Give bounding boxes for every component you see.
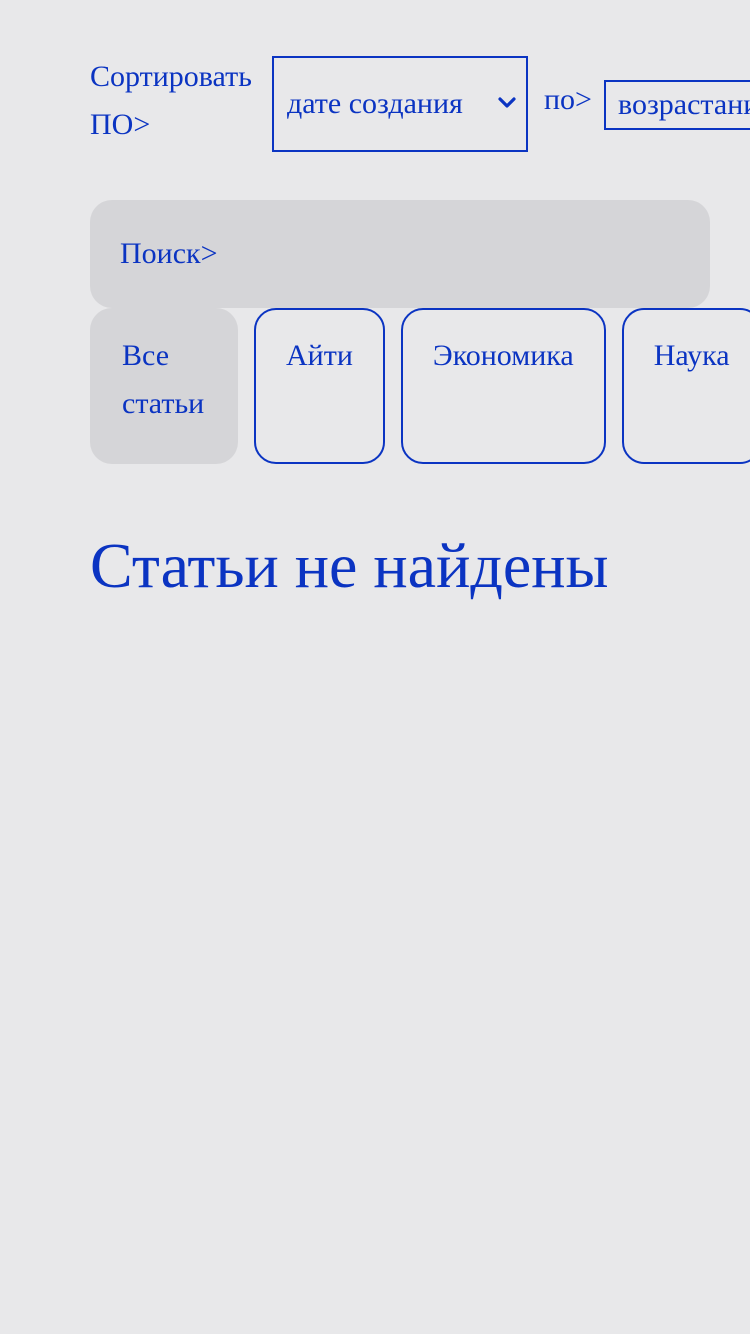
search-label: Поиск> <box>120 237 218 270</box>
sort-label: Сортировать ПО> <box>90 60 252 141</box>
tab-label: Экономика <box>432 339 574 372</box>
sort-field-value: дате создания <box>287 87 463 120</box>
empty-state-message: Статьи не найдены <box>90 530 609 601</box>
tab-economics[interactable]: Экономика <box>400 308 606 464</box>
sort-order-value: возрастанию <box>617 88 750 121</box>
sort-order-label: по> <box>544 83 592 116</box>
tab-science[interactable]: Наука <box>621 308 750 464</box>
category-tabs: Все статьи Айти Экономика Наука <box>90 308 750 464</box>
sort-field-select[interactable]: дате создания <box>272 56 528 152</box>
tab-label: Айти <box>286 339 353 372</box>
tab-label: Наука <box>653 339 730 372</box>
chevron-down-icon <box>498 97 516 108</box>
sort-order-select[interactable]: возрастанию <box>603 80 750 130</box>
search-input[interactable]: Поиск> <box>90 200 710 308</box>
tab-label: Все статьи <box>122 339 205 420</box>
sort-controls: Сортировать ПО> дате создания по> возрас… <box>90 56 750 152</box>
tab-all-articles[interactable]: Все статьи <box>90 308 238 464</box>
tab-it[interactable]: Айти <box>254 308 385 464</box>
